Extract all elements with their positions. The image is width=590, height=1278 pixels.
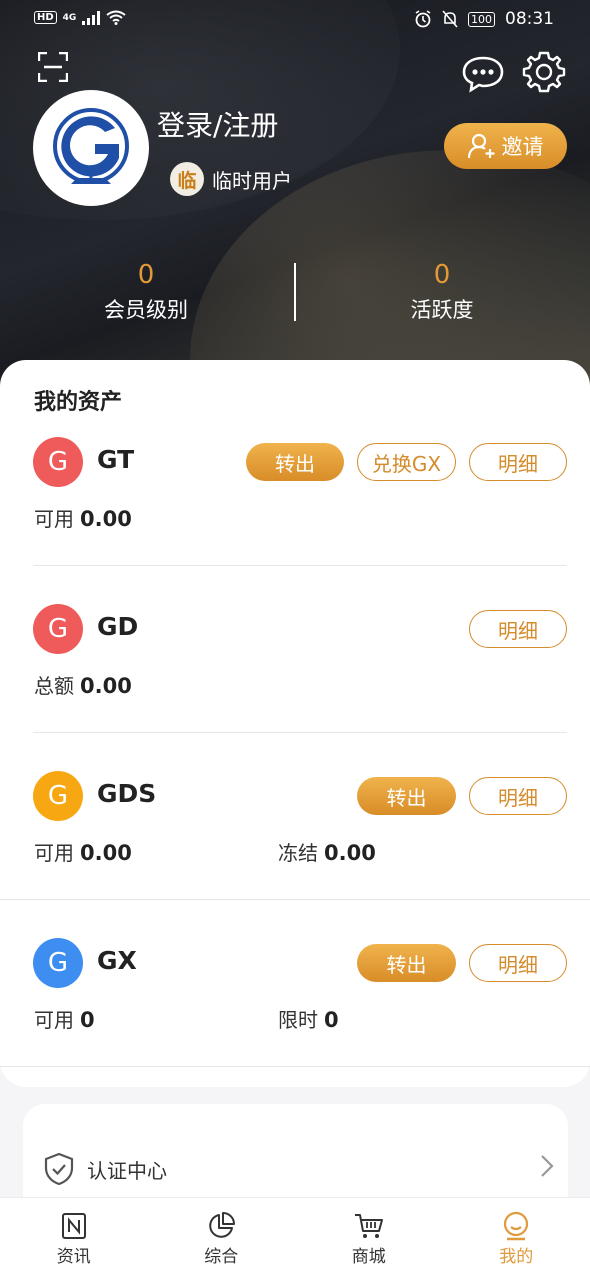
activity-value: 0 (433, 260, 451, 290)
details-button[interactable]: 明细 (469, 610, 567, 648)
transfer-out-button[interactable]: 转出 (357, 777, 456, 815)
tab-label: 资讯 (56, 1247, 91, 1267)
activity-stat[interactable]: 0 活跃度 (332, 260, 552, 324)
pie-chart-icon (209, 1212, 236, 1238)
asset-gds: G GDS 转出 明细 可用 0.00 冻结 0.00 (0, 769, 590, 899)
asset-name: GT (97, 445, 135, 474)
activity-label: 活跃度 (410, 298, 474, 322)
scan-icon (37, 51, 69, 83)
scan-button[interactable] (37, 51, 69, 86)
tab-mine[interactable]: 我的 (443, 1198, 590, 1278)
mute-bell-icon (442, 10, 458, 28)
divider (0, 899, 590, 900)
stat-divider (294, 263, 296, 321)
balance-value: 0 (324, 1008, 339, 1032)
divider (0, 1066, 590, 1067)
details-button[interactable]: 明细 (469, 777, 567, 815)
cart-icon (354, 1214, 383, 1238)
frozen-balance: 冻结 0.00 (278, 837, 376, 866)
transfer-out-button[interactable]: 转出 (357, 944, 456, 982)
hd-indicator: HD (34, 11, 57, 24)
clock: 08:31 (505, 9, 554, 29)
total-balance: 总额 0.00 (34, 670, 132, 699)
user-type-badge: 临 (170, 162, 204, 196)
coin-icon: G (33, 771, 83, 821)
auth-center-label: 认证中心 (87, 1158, 167, 1183)
alarm-icon (415, 10, 431, 28)
balance-label: 可用 (34, 507, 74, 531)
member-level-value: 0 (137, 260, 155, 290)
tab-news[interactable]: 资讯 (0, 1198, 148, 1278)
member-level-label: 会员级别 (104, 298, 188, 322)
coin-icon: G (33, 437, 83, 487)
my-assets-card: 我的资产 G GT 转出 兑换GX 明细 可用 0.00 G GD 明细 总额 0.… (0, 360, 590, 1087)
available-balance: 可用 0.00 (34, 837, 132, 866)
profile-header: HD 4G 100 08:31 登录/注册 临 临时用户 邀请 0 会员级别 0… (0, 0, 590, 400)
avatar[interactable] (33, 90, 149, 206)
settings-button[interactable] (522, 50, 566, 98)
wifi-icon (106, 10, 126, 25)
available-balance: 可用 0 (34, 1004, 95, 1033)
tab-label: 商城 (351, 1247, 386, 1267)
balance-value: 0.00 (80, 674, 132, 698)
divider (33, 732, 567, 733)
bottom-tab-bar: 资讯 综合 商城 我的 (0, 1197, 590, 1278)
tab-label: 综合 (204, 1247, 239, 1267)
tab-overview[interactable]: 综合 (148, 1198, 296, 1278)
assets-title: 我的资产 (34, 390, 123, 415)
invite-button[interactable]: 邀请 (444, 123, 567, 169)
limited-balance: 限时 0 (278, 1004, 339, 1033)
chevron-right-icon (541, 1155, 554, 1177)
user-type-label: 临时用户 (212, 168, 292, 193)
login-register-link[interactable]: 登录/注册 (157, 104, 278, 144)
balance-label: 总额 (34, 674, 74, 698)
coin-icon: G (33, 604, 83, 654)
available-balance: 可用 0.00 (34, 503, 132, 532)
battery-indicator: 100 (468, 11, 495, 27)
divider (33, 565, 567, 566)
tab-mall[interactable]: 商城 (295, 1198, 443, 1278)
balance-label: 可用 (34, 841, 74, 865)
user-type-tag: 临 临时用户 (170, 162, 292, 196)
shield-check-icon (44, 1152, 74, 1186)
news-icon (61, 1213, 86, 1239)
details-button[interactable]: 明细 (469, 944, 567, 982)
member-level-stat[interactable]: 0 会员级别 (36, 260, 256, 324)
details-button[interactable]: 明细 (469, 443, 567, 481)
coin-icon: G (33, 938, 83, 988)
status-bar: HD 4G 100 08:31 (0, 0, 590, 40)
asset-name: GX (97, 946, 137, 975)
asset-name: GDS (97, 779, 157, 808)
gear-icon (522, 51, 566, 93)
balance-label: 可用 (34, 1008, 74, 1032)
balance-value: 0.00 (80, 841, 132, 865)
transfer-out-button[interactable]: 转出 (246, 443, 344, 481)
balance-value: 0.00 (80, 507, 132, 531)
asset-gd: G GD 明细 总额 0.00 (0, 602, 590, 732)
balance-value: 0 (80, 1008, 95, 1032)
asset-name: GD (97, 612, 139, 641)
asset-gt: G GT 转出 兑换GX 明细 可用 0.00 (0, 435, 590, 565)
add-user-icon (467, 133, 494, 159)
exchange-gx-button[interactable]: 兑换GX (357, 443, 456, 481)
invite-label: 邀请 (501, 135, 544, 159)
balance-value: 0.00 (324, 841, 376, 865)
balance-label: 冻结 (278, 841, 318, 865)
chat-bubble-icon (462, 56, 504, 93)
asset-gx: G GX 转出 明细 可用 0 限时 0 (0, 936, 590, 1066)
balance-label: 限时 (278, 1008, 318, 1032)
signal-icon (82, 10, 101, 25)
profile-icon (504, 1211, 529, 1241)
auth-center-row[interactable]: 认证中心 (43, 1152, 167, 1186)
tab-label: 我的 (499, 1247, 534, 1267)
message-button[interactable] (461, 55, 505, 97)
brand-logo-icon (53, 108, 129, 184)
network-type: 4G (62, 12, 77, 23)
